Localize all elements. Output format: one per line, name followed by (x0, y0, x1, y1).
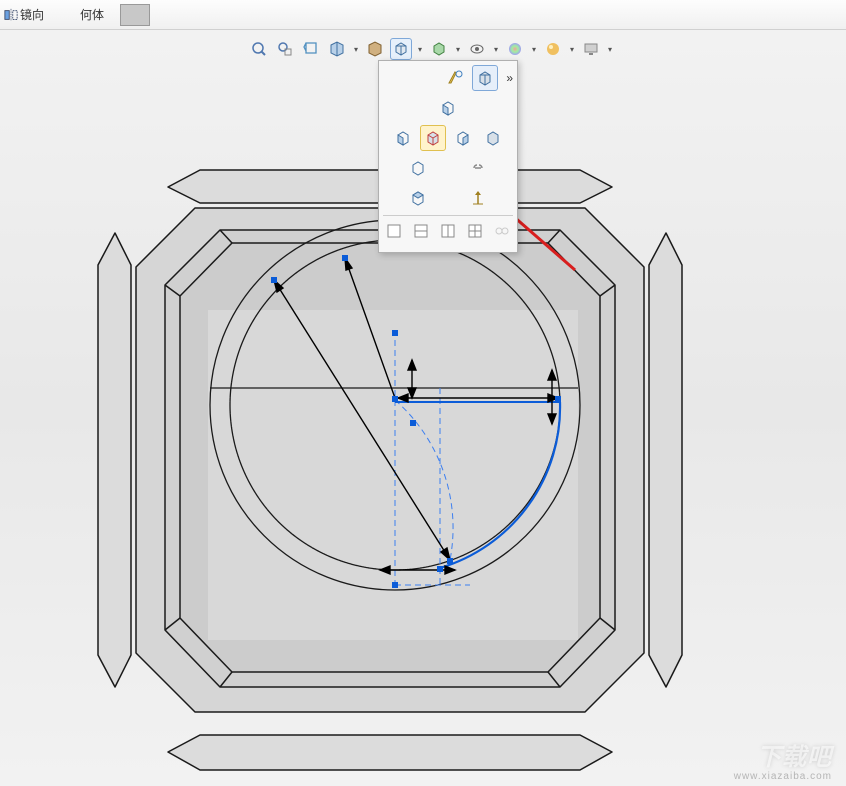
cube-iso-icon (424, 129, 442, 147)
color-swatch[interactable] (120, 4, 150, 26)
left-view-button[interactable] (390, 125, 416, 151)
axis-button[interactable] (465, 185, 491, 211)
watermark: 下载吧 (757, 737, 832, 772)
apply-scene-button[interactable] (542, 38, 564, 60)
cube-front-icon (439, 99, 457, 117)
normal-to-icon (446, 69, 464, 87)
four-view-button[interactable] (463, 218, 486, 244)
monitor-icon (583, 41, 599, 57)
dropdown-icon[interactable]: ▾ (454, 38, 462, 60)
ribbon: 镜向 何体 (0, 0, 846, 30)
two-view-h-button[interactable] (410, 218, 433, 244)
dimetric-view-button[interactable] (480, 125, 506, 151)
zoom-fit-button[interactable] (248, 38, 270, 60)
two-view-v-button[interactable] (437, 218, 460, 244)
view-orientation-button[interactable] (390, 38, 412, 60)
prev-view-icon (303, 41, 319, 57)
cube-back-icon (409, 159, 427, 177)
watermark-url: www.xiazaiba.com (734, 771, 832, 782)
scene-icon (545, 41, 561, 57)
two-pane-v-icon (439, 222, 457, 240)
dropdown-icon[interactable]: ▾ (568, 38, 576, 60)
axis-icon (469, 189, 487, 207)
cube-dimetric-icon (484, 129, 502, 147)
appearance-icon (507, 41, 523, 57)
link-proj-button[interactable] (490, 218, 513, 244)
view-orientation-flyout: » (378, 60, 518, 253)
cube-icon (476, 69, 494, 87)
cube-left-icon (394, 129, 412, 147)
display-style-button[interactable] (428, 38, 450, 60)
display-style-icon (431, 41, 447, 57)
four-pane-icon (466, 222, 484, 240)
zoom-area-button[interactable] (274, 38, 296, 60)
display-state-icon (367, 41, 383, 57)
dropdown-icon[interactable]: ▾ (606, 38, 614, 60)
appearance-button[interactable] (504, 38, 526, 60)
two-pane-h-icon (412, 222, 430, 240)
heads-up-toolbar: ▾ ▾ ▾ ▾ ▾ ▾ ▾ (248, 38, 614, 60)
normal-to-button[interactable] (442, 65, 468, 91)
cube-bottom-icon (409, 189, 427, 207)
mirror-icon (4, 8, 18, 22)
display-state-button[interactable] (364, 38, 386, 60)
dropdown-icon[interactable]: ▾ (530, 38, 538, 60)
single-pane-icon (385, 222, 403, 240)
back-view-button[interactable] (405, 155, 431, 181)
zoom-area-icon (277, 41, 293, 57)
dropdown-icon[interactable]: ▾ (416, 38, 424, 60)
front-view-button[interactable] (435, 95, 461, 121)
body-group[interactable]: 何体 (80, 6, 104, 23)
eye-icon (469, 41, 485, 57)
link-icon (469, 159, 487, 177)
prev-view-button[interactable] (300, 38, 322, 60)
zoom-fit-icon (251, 41, 267, 57)
single-view-button[interactable] (383, 218, 406, 244)
cube-right-icon (454, 129, 472, 147)
body-label: 何体 (80, 6, 104, 23)
isometric-view-button[interactable] (420, 125, 446, 151)
bottom-view-button[interactable] (405, 185, 431, 211)
view-settings-button[interactable] (580, 38, 602, 60)
expand-icon[interactable]: » (506, 71, 513, 85)
dropdown-icon[interactable]: ▾ (352, 38, 360, 60)
view-orientation-icon (393, 41, 409, 57)
link-small-icon (493, 222, 511, 240)
dropdown-icon[interactable]: ▾ (492, 38, 500, 60)
section-view-button[interactable] (326, 38, 348, 60)
section-view-icon (329, 41, 345, 57)
mirror-command[interactable]: 镜向 (4, 6, 44, 23)
hide-show-button[interactable] (466, 38, 488, 60)
right-view-button[interactable] (450, 125, 476, 151)
trimetric-button[interactable] (472, 65, 498, 91)
mirror-label: 镜向 (20, 6, 44, 23)
link-views-button[interactable] (465, 155, 491, 181)
model-body (98, 170, 682, 770)
